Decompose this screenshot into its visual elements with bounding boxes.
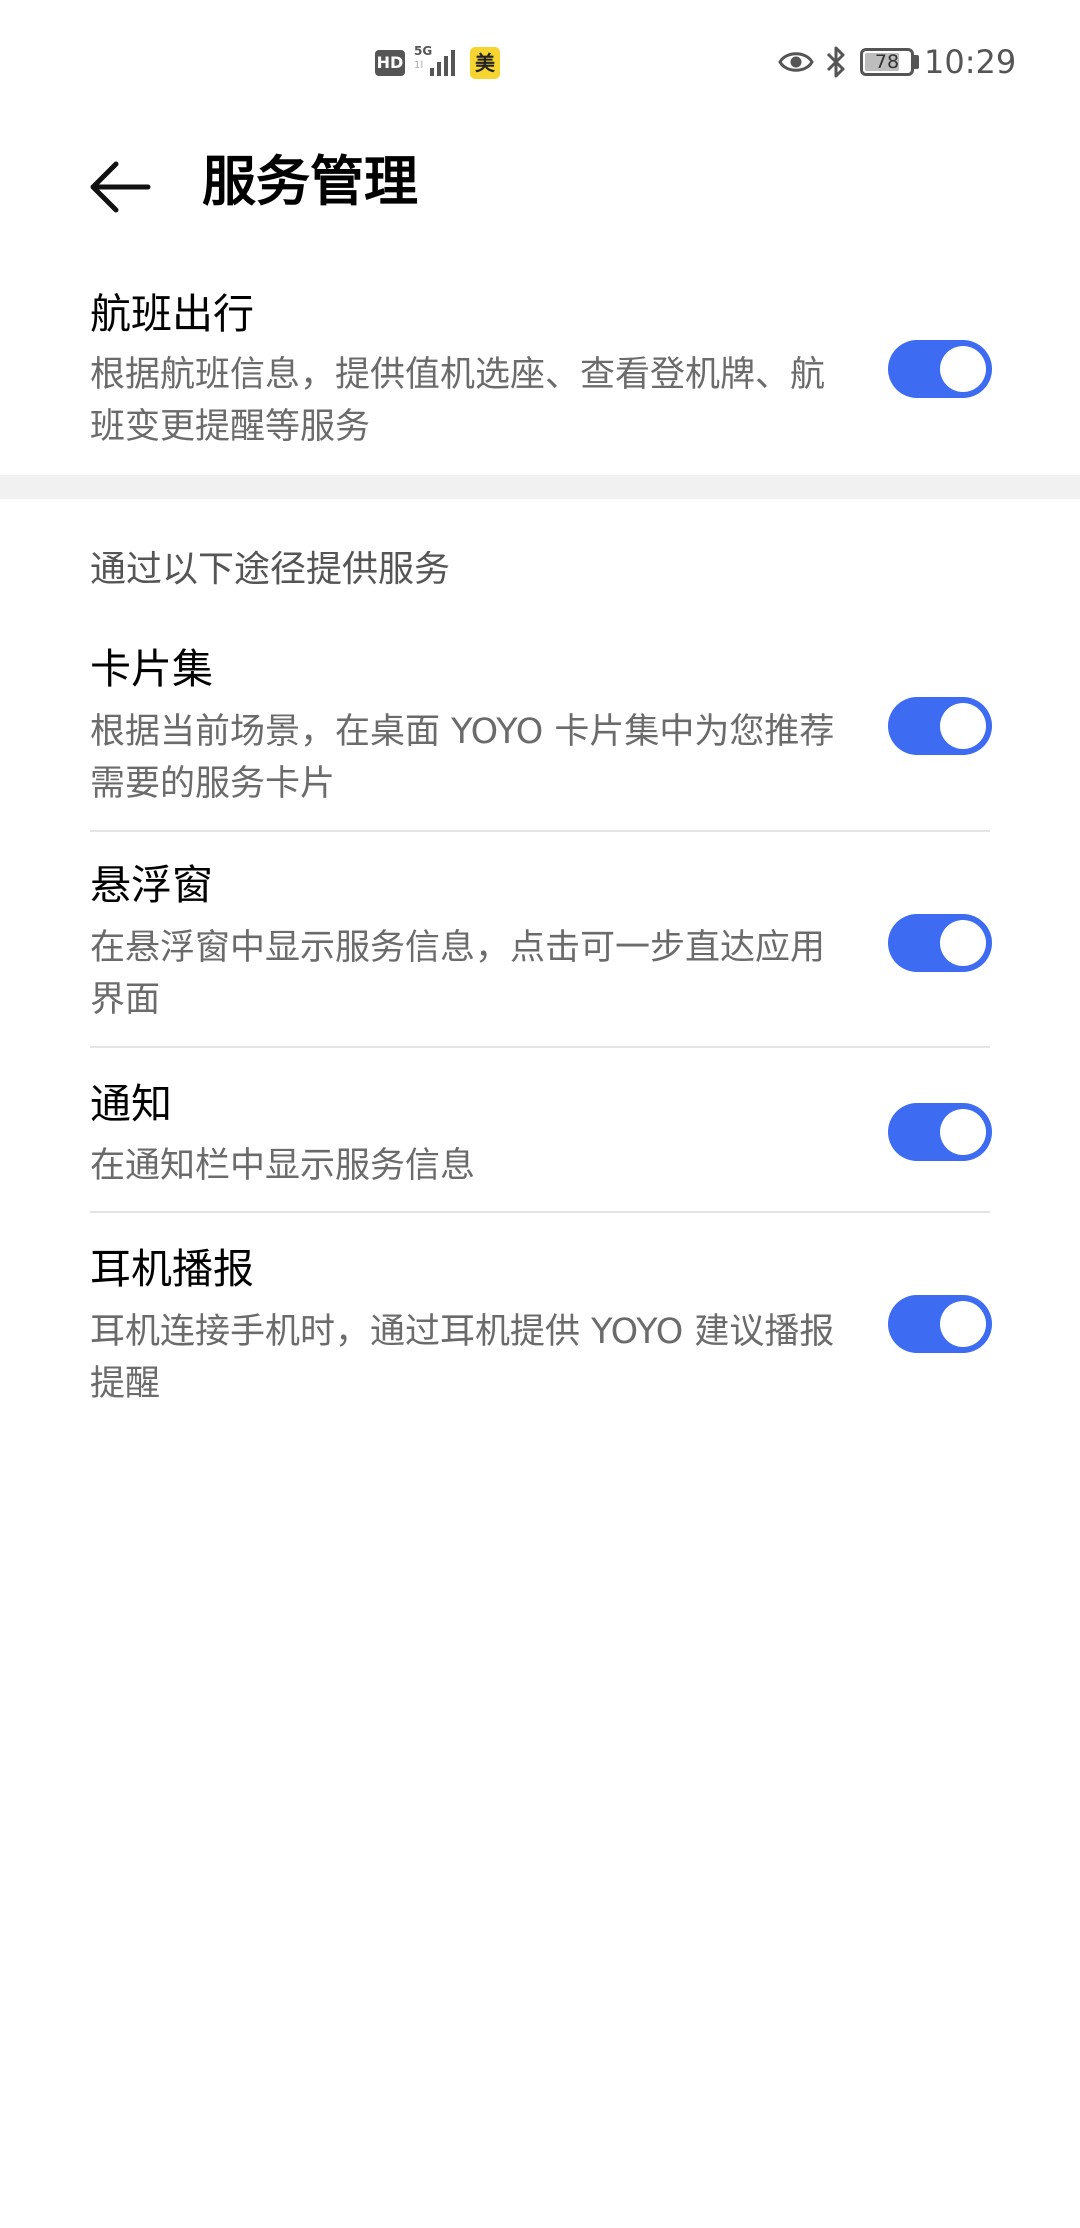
main-service-title: 航班出行 [90, 290, 254, 338]
toggle-knob [940, 1301, 986, 1347]
channel-row-floating-window: 悬浮窗 在悬浮窗中显示服务信息，点击可一步直达应用界面 [90, 859, 992, 1039]
eye-icon [778, 52, 814, 72]
network-activity-label: 1l [414, 60, 424, 71]
app-header: 服务管理 [0, 124, 1080, 244]
channel-description: 耳机连接手机时，通过耳机提供 YOYO 建议播报提醒 [90, 1312, 835, 1404]
signal-icon [430, 50, 455, 76]
earphone-broadcast-toggle[interactable] [888, 1295, 992, 1353]
channel-title: 耳机播报 [90, 1245, 254, 1293]
app-notification-badge: 美 [470, 47, 500, 79]
channel-row-notification: 通知 在通知栏中显示服务信息 [90, 1078, 992, 1198]
back-button[interactable] [80, 144, 166, 230]
arrow-left-icon [90, 161, 151, 213]
channel-title: 卡片集 [90, 645, 213, 693]
channel-description: 在悬浮窗中显示服务信息，点击可一步直达应用界面 [90, 928, 826, 1020]
row-divider [90, 830, 990, 832]
row-divider [90, 1211, 990, 1213]
toggle-knob [940, 920, 986, 966]
channel-description: 在通知栏中显示服务信息 [90, 1146, 476, 1186]
battery-level: 78 [874, 51, 900, 73]
main-service-description: 根据航班信息，提供值机选座、查看登机牌、航班变更提醒等服务 [90, 355, 826, 447]
section-label: 通过以下途径提供服务 [90, 549, 451, 590]
toggle-knob [940, 346, 986, 392]
card-collection-toggle[interactable] [888, 697, 992, 755]
main-service-row: 航班出行 根据航班信息，提供值机选座、查看登机牌、航班变更提醒等服务 [90, 283, 992, 453]
page-title: 服务管理 [202, 150, 418, 213]
row-divider [90, 1046, 990, 1048]
channel-row-earphone-broadcast: 耳机播报 耳机连接手机时，通过耳机提供 YOYO 建议播报提醒 [90, 1243, 992, 1423]
toggle-knob [940, 1109, 986, 1155]
main-service-toggle[interactable] [888, 340, 992, 398]
channel-row-card-collection: 卡片集 根据当前场景，在桌面 YOYO 卡片集中为您推荐需要的服务卡片 [90, 643, 992, 823]
status-bar: HD 5G 1l 美 78 10:29 [0, 0, 1080, 124]
toggle-knob [940, 703, 986, 749]
bluetooth-icon [826, 46, 845, 78]
section-separator [0, 475, 1080, 499]
channel-description: 根据当前场景，在桌面 YOYO 卡片集中为您推荐需要的服务卡片 [90, 712, 835, 804]
channel-title: 悬浮窗 [90, 861, 213, 909]
status-time: 10:29 [924, 43, 1017, 81]
battery-terminal [914, 55, 919, 69]
notification-toggle[interactable] [888, 1103, 992, 1161]
battery-icon: 78 [860, 48, 914, 76]
floating-window-toggle[interactable] [888, 914, 992, 972]
hd-icon: HD [375, 50, 405, 76]
channel-title: 通知 [90, 1080, 172, 1128]
